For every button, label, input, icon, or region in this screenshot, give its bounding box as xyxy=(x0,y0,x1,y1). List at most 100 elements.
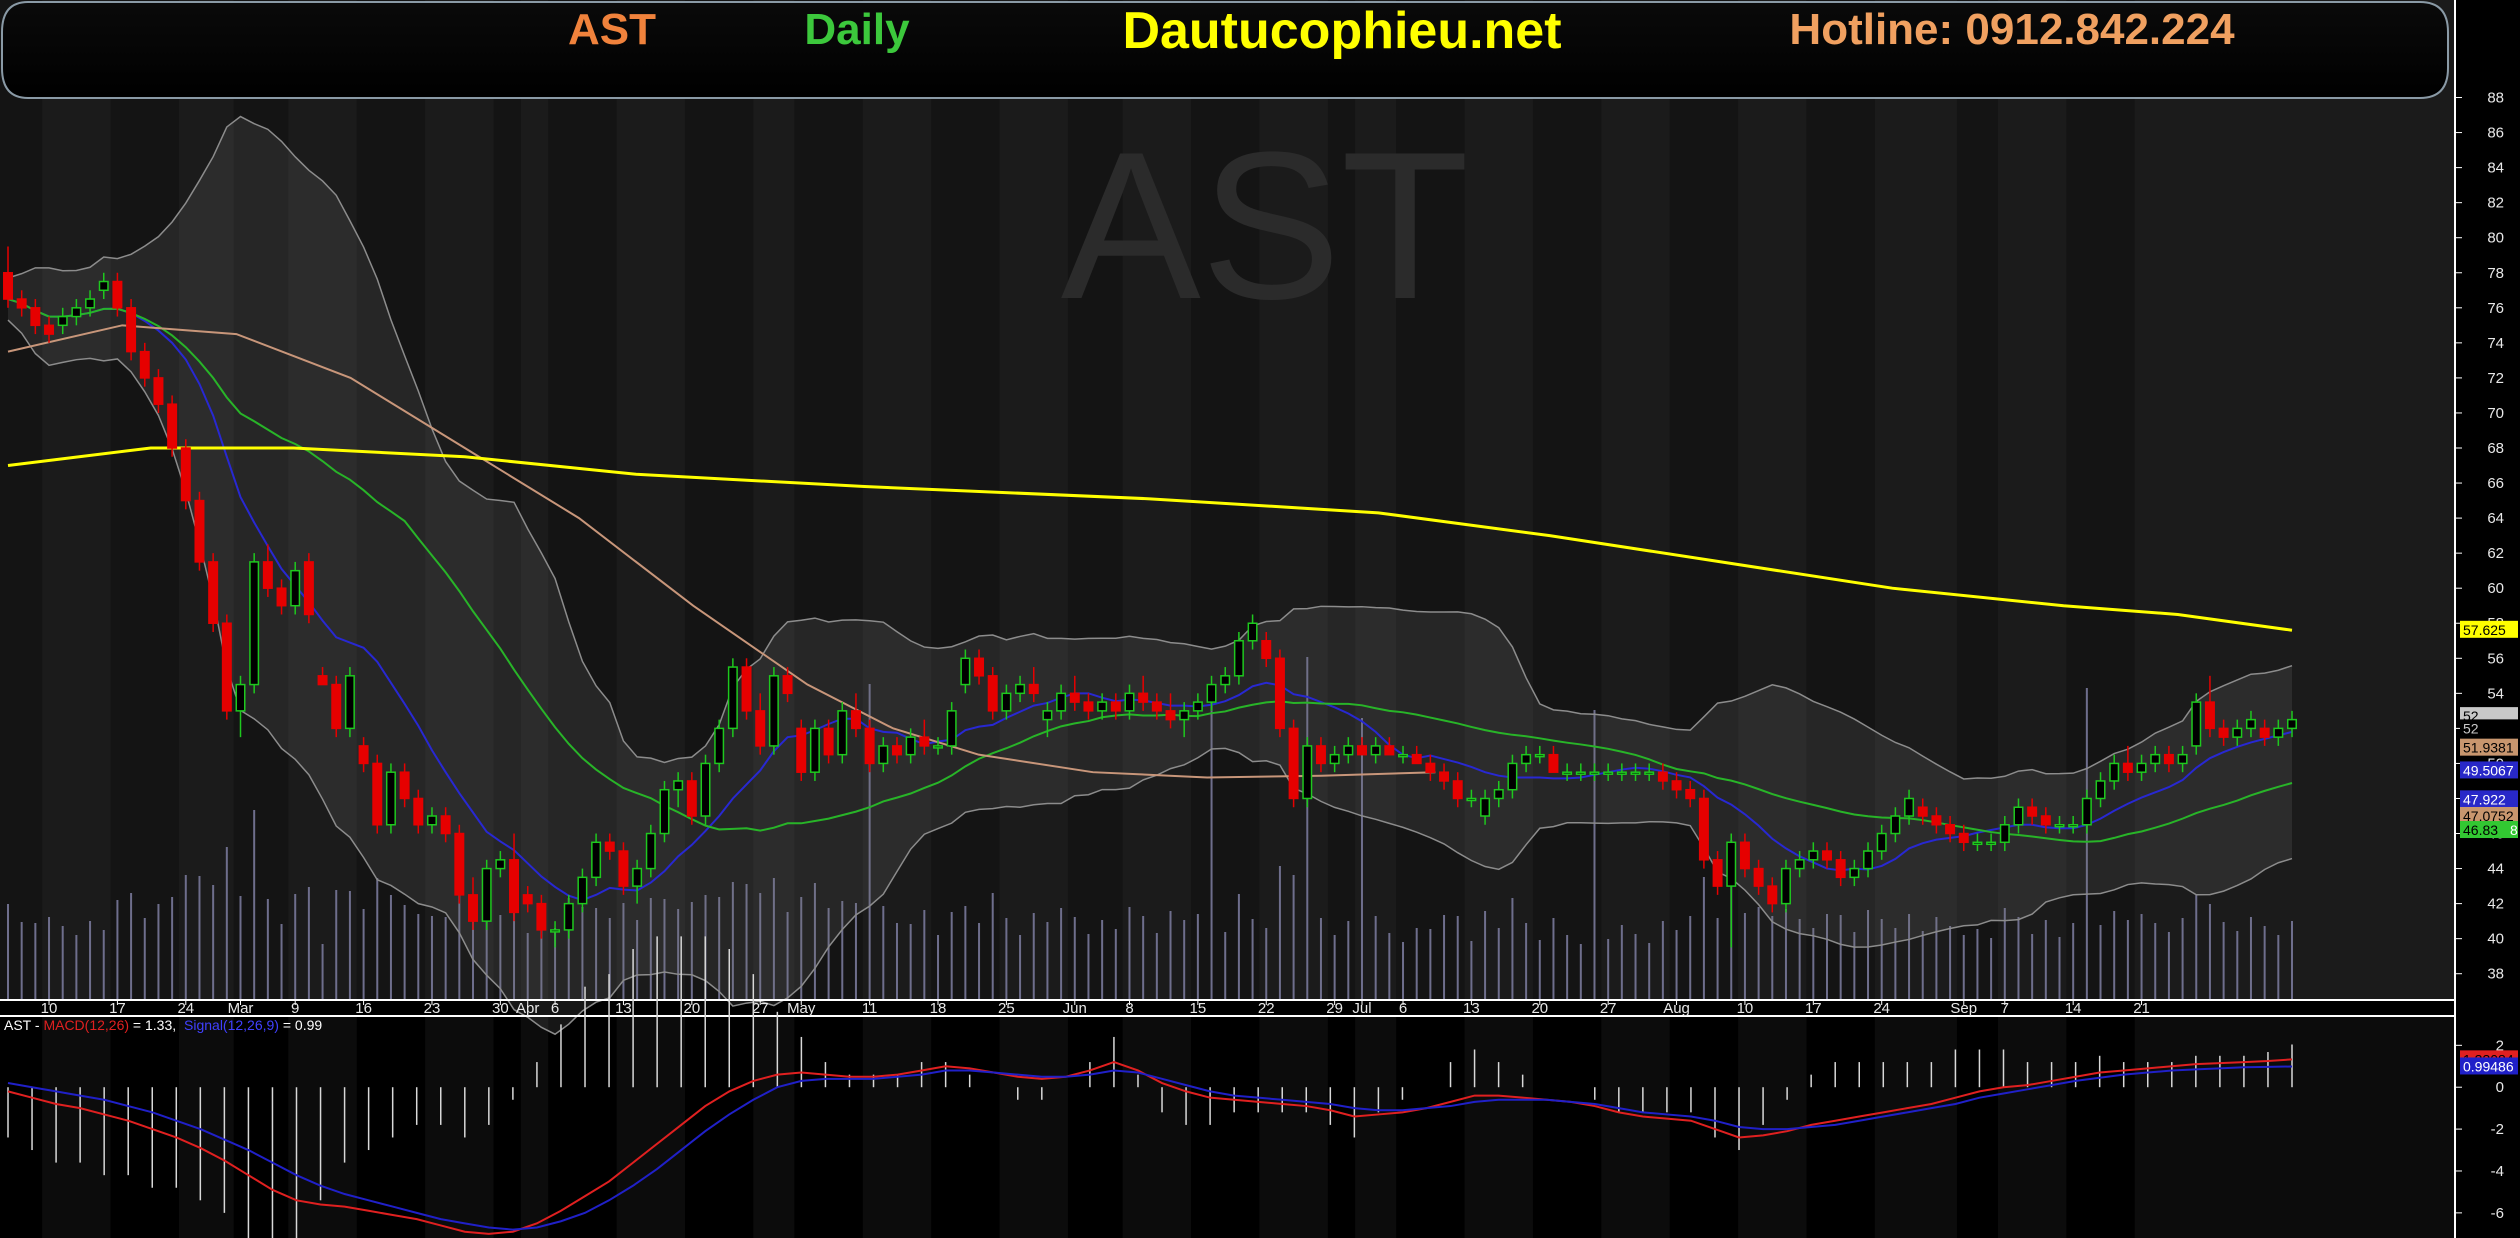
candle-body xyxy=(317,675,328,686)
candle-body xyxy=(139,350,150,379)
candle-body xyxy=(714,727,725,765)
candle-body xyxy=(522,894,533,905)
candle-body xyxy=(1192,701,1203,712)
price-tick-label: 54 xyxy=(2487,685,2504,702)
candle-body xyxy=(1343,745,1354,756)
candle-body xyxy=(1206,683,1217,703)
price-tick-label: 44 xyxy=(2487,861,2504,878)
macd-legend-symbol: AST xyxy=(4,1017,32,1033)
macd-tick-label: 0 xyxy=(2496,1079,2504,1096)
candle-body xyxy=(1507,762,1518,791)
price-tick-label: 56 xyxy=(2487,650,2504,667)
candle-body xyxy=(1616,771,1627,775)
header-hotline: Hotline: 0912.842.224 xyxy=(1789,5,2235,54)
price-tick-label: 62 xyxy=(2487,545,2504,562)
date-tick-label: 17 xyxy=(1805,1000,1822,1017)
date-tick-label: 30 xyxy=(492,1000,509,1017)
date-tick-label: 18 xyxy=(930,1000,947,1017)
date-tick-label: 13 xyxy=(615,1000,632,1017)
candle-body xyxy=(1685,788,1696,800)
candle-body xyxy=(3,272,13,300)
candle-body xyxy=(604,841,615,852)
macd-legend-macd: MACD(12,26) xyxy=(43,1017,129,1033)
date-tick-label: 10 xyxy=(41,1000,58,1017)
candle-body xyxy=(2109,762,2120,782)
candle-body xyxy=(1165,710,1176,721)
date-tick-label: 24 xyxy=(177,1000,194,1017)
macd-legend-signal: Signal(12,26,9) xyxy=(184,1017,279,1033)
candle-body xyxy=(1972,841,1983,846)
date-tick-label: 13 xyxy=(1463,1000,1480,1017)
date-tick-label: 8 xyxy=(1125,1000,1133,1017)
candle-body xyxy=(1425,762,1436,773)
candle-body xyxy=(1657,771,1668,782)
candle-body xyxy=(2273,727,2284,738)
candle-body xyxy=(1370,745,1381,756)
candle-body xyxy=(2177,753,2188,765)
candle-body xyxy=(1849,867,1860,879)
macd-tick-label: -4 xyxy=(2491,1163,2504,1180)
candle-body xyxy=(16,298,27,309)
candle-body xyxy=(645,832,656,870)
candle-body xyxy=(331,683,342,730)
price-tick-label: 76 xyxy=(2487,300,2504,317)
date-tick-label: 25 xyxy=(998,1000,1015,1017)
date-tick-label: 16 xyxy=(355,1000,372,1017)
candle-body xyxy=(1698,797,1709,861)
candle-body xyxy=(837,710,848,756)
candle-body xyxy=(946,710,957,747)
candle-body xyxy=(618,850,629,887)
candle-body xyxy=(413,797,424,826)
candle-body xyxy=(1274,657,1285,730)
macd-tick-label: -2 xyxy=(2491,1121,2504,1138)
header-site: Dautucophieu.net xyxy=(1122,2,1561,60)
stock-chart: AST AST Daily Dautucophieu.net Hotline: … xyxy=(0,0,2518,1238)
candle-body xyxy=(686,780,697,817)
candle-body xyxy=(167,403,178,449)
candle-body xyxy=(1480,797,1491,817)
candle-body xyxy=(2081,797,2092,826)
candle-body xyxy=(112,280,123,309)
time-band xyxy=(999,0,1068,1000)
date-tick-label: 22 xyxy=(1258,1000,1275,1017)
date-tick-label: 21 xyxy=(2133,1000,2150,1017)
macd-legend-signal-value: = 0.99 xyxy=(283,1017,323,1033)
candle-body xyxy=(71,307,82,318)
macd-time-band xyxy=(753,1016,795,1238)
candle-body xyxy=(221,622,232,712)
date-tick-label: Apr xyxy=(516,1000,539,1017)
candle-body xyxy=(1452,780,1463,800)
candle-body xyxy=(2232,727,2243,738)
candle-body xyxy=(974,657,985,677)
candle-body xyxy=(768,675,779,747)
candle-body xyxy=(2204,701,2215,730)
candle-body xyxy=(2287,718,2297,730)
candle-body xyxy=(1179,710,1190,721)
price-tick-label: 86 xyxy=(2487,125,2504,142)
candle-body xyxy=(426,815,437,826)
candle-body xyxy=(1151,701,1162,712)
macd-time-band xyxy=(2134,1016,2455,1238)
candle-body xyxy=(2150,753,2161,765)
macd-legend: AST - MACD(12,26) = 1.33, Signal(12,26,9… xyxy=(4,1017,322,1033)
candle-body xyxy=(933,745,944,749)
candle-body xyxy=(1138,692,1149,703)
candle-body xyxy=(1315,745,1326,765)
candle-body xyxy=(358,745,369,765)
price-label-value: 57.625 xyxy=(2463,622,2506,638)
candle-body xyxy=(1233,640,1244,677)
candle-body xyxy=(2054,824,2065,828)
price-label-value: 49.5067 xyxy=(2463,762,2514,778)
date-tick-label: 17 xyxy=(109,1000,126,1017)
price-tick-label: 64 xyxy=(2487,510,2504,527)
candle-body xyxy=(1493,788,1504,800)
macd-value-label: 0.99486 xyxy=(2463,1058,2514,1074)
price-tick-label: 60 xyxy=(2487,580,2504,597)
candle-body xyxy=(2218,727,2229,738)
candle-body xyxy=(2122,762,2133,773)
candle-body xyxy=(1876,832,1887,852)
macd-time-band xyxy=(1874,1016,1957,1238)
candle-body xyxy=(1794,859,1805,870)
candle-body xyxy=(1986,841,1997,846)
candle-body xyxy=(1931,815,1942,826)
